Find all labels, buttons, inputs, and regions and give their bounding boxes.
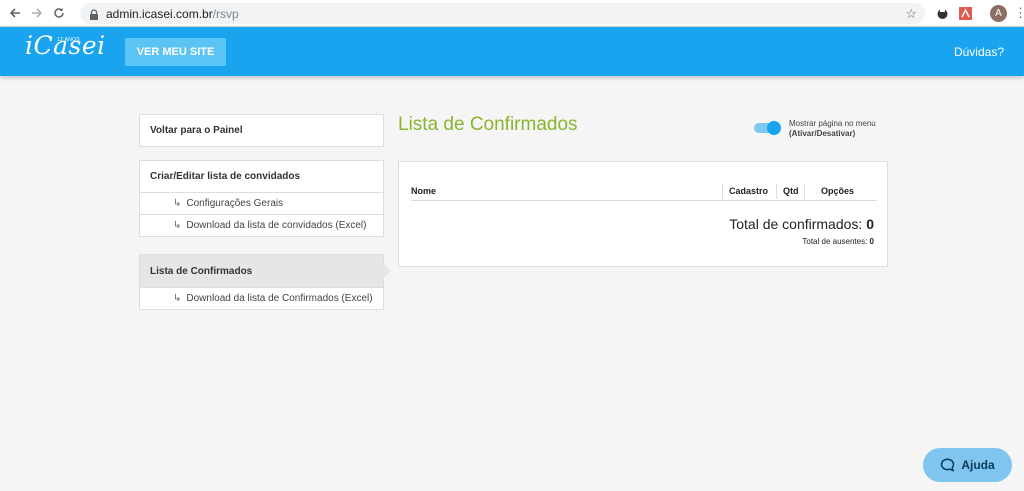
help-link[interactable]: Dúvidas?: [954, 45, 1004, 59]
confirmed-panel: Lista de Confirmados ↳ Download da lista…: [139, 254, 391, 310]
back-panel: Voltar para o Painel: [139, 114, 384, 147]
sub-arrow-icon: ↳: [173, 220, 182, 231]
bookmark-star-icon[interactable]: ☆: [905, 6, 917, 22]
extension-icon[interactable]: [935, 6, 950, 21]
address-bar[interactable]: admin.icasei.com.br/rsvp ☆: [80, 3, 925, 24]
pdf-extension-icon[interactable]: [958, 6, 973, 21]
chat-bubble-icon: [940, 458, 955, 472]
view-site-button[interactable]: VER MEU SITE: [125, 38, 226, 66]
total-confirmed: Total de confirmados: 0: [729, 216, 874, 232]
url-text: admin.icasei.com.br/rsvp: [106, 6, 239, 21]
reload-icon[interactable]: [48, 2, 70, 24]
logo-badge: 12 ANOS: [57, 37, 80, 43]
column-header-qty[interactable]: Qtd: [783, 186, 799, 196]
forward-arrow-icon[interactable]: [26, 2, 48, 24]
table-header: Nome Cadastro Qtd Opções: [411, 182, 877, 201]
sub-arrow-icon: ↳: [173, 198, 182, 209]
toggle-label: Mostrar página no menu (Ativar/Desativar…: [789, 119, 876, 138]
page-title: Lista de Confirmados: [398, 114, 578, 135]
column-header-name[interactable]: Nome: [411, 186, 436, 196]
app-header: iCasei 12 ANOS VER MEU SITE Dúvidas?: [0, 27, 1024, 76]
browser-toolbar: admin.icasei.com.br/rsvp ☆ A ⋮: [0, 0, 1024, 27]
download-guest-list-link[interactable]: ↳ Download da lista de convidados (Excel…: [140, 214, 383, 236]
back-arrow-icon[interactable]: [4, 2, 26, 24]
confirmed-list-link[interactable]: Lista de Confirmados: [140, 255, 391, 287]
lock-icon: [89, 8, 99, 20]
profile-avatar[interactable]: A: [990, 5, 1007, 22]
help-chat-button[interactable]: Ajuda: [923, 448, 1012, 482]
column-header-registered[interactable]: Cadastro: [729, 186, 768, 196]
edit-guest-list-link[interactable]: Criar/Editar lista de convidados: [140, 161, 383, 192]
icasei-logo[interactable]: iCasei: [25, 31, 106, 60]
confirmed-table-card: Nome Cadastro Qtd Opções Total de confir…: [398, 161, 888, 267]
column-header-options: Opções: [821, 186, 855, 196]
download-confirmed-list-link[interactable]: ↳ Download da lista de Confirmados (Exce…: [140, 287, 383, 309]
menu-kebab-icon[interactable]: ⋮: [1014, 5, 1024, 21]
sub-arrow-icon: ↳: [173, 293, 182, 304]
total-absent: Total de ausentes: 0: [802, 237, 874, 246]
guests-panel: Criar/Editar lista de convidados ↳ Confi…: [139, 160, 384, 237]
back-to-dashboard-link[interactable]: Voltar para o Painel: [140, 115, 383, 146]
show-in-menu-toggle[interactable]: [754, 121, 782, 135]
general-settings-link[interactable]: ↳ Configurações Gerais: [140, 192, 383, 214]
